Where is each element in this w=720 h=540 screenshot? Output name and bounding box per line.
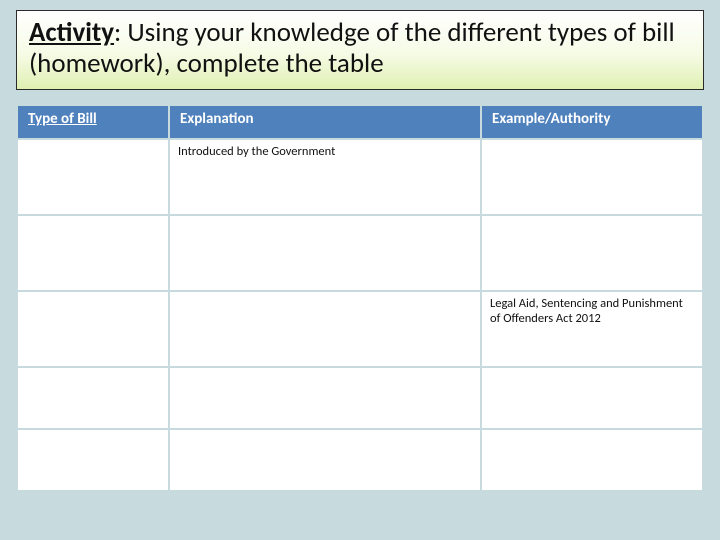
row-explanation xyxy=(170,368,480,428)
row-explanation xyxy=(170,292,480,366)
row-example xyxy=(482,368,702,428)
row-explanation: Introduced by the Government xyxy=(170,140,480,214)
row-example xyxy=(482,430,702,490)
row-explanation xyxy=(170,430,480,490)
table-row: Hybrid Bill xyxy=(18,430,702,490)
row-type-label: Public Bill xyxy=(18,292,168,366)
activity-title: Activity: Using your knowledge of the di… xyxy=(29,17,691,79)
table-row: Private Member's Bill xyxy=(18,216,702,290)
bills-table: Type of Bill Explanation Example/Authori… xyxy=(16,104,704,492)
row-explanation xyxy=(170,216,480,290)
row-type-label: Hybrid Bill xyxy=(18,430,168,490)
row-type-label: Private Member's Bill xyxy=(18,216,168,290)
slide: Activity: Using your knowledge of the di… xyxy=(0,0,720,540)
table-row: Government Bill Introduced by the Govern… xyxy=(18,140,702,214)
row-example: Legal Aid, Sentencing and Punishment of … xyxy=(482,292,702,366)
row-type-label: Government Bill xyxy=(18,140,168,214)
col-header-example: Example/Authority xyxy=(482,106,702,138)
row-example xyxy=(482,216,702,290)
row-example xyxy=(482,140,702,214)
col-header-explanation: Explanation xyxy=(170,106,480,138)
activity-title-box: Activity: Using your knowledge of the di… xyxy=(16,10,704,90)
activity-title-lead: Activity xyxy=(29,16,114,49)
row-type-label: Private Bill xyxy=(18,368,168,428)
activity-title-rest: : Using your knowledge of the different … xyxy=(29,16,675,80)
table-row: Public Bill Legal Aid, Sentencing and Pu… xyxy=(18,292,702,366)
table-header-row: Type of Bill Explanation Example/Authori… xyxy=(18,106,702,138)
col-header-type: Type of Bill xyxy=(18,106,168,138)
table-row: Private Bill xyxy=(18,368,702,428)
